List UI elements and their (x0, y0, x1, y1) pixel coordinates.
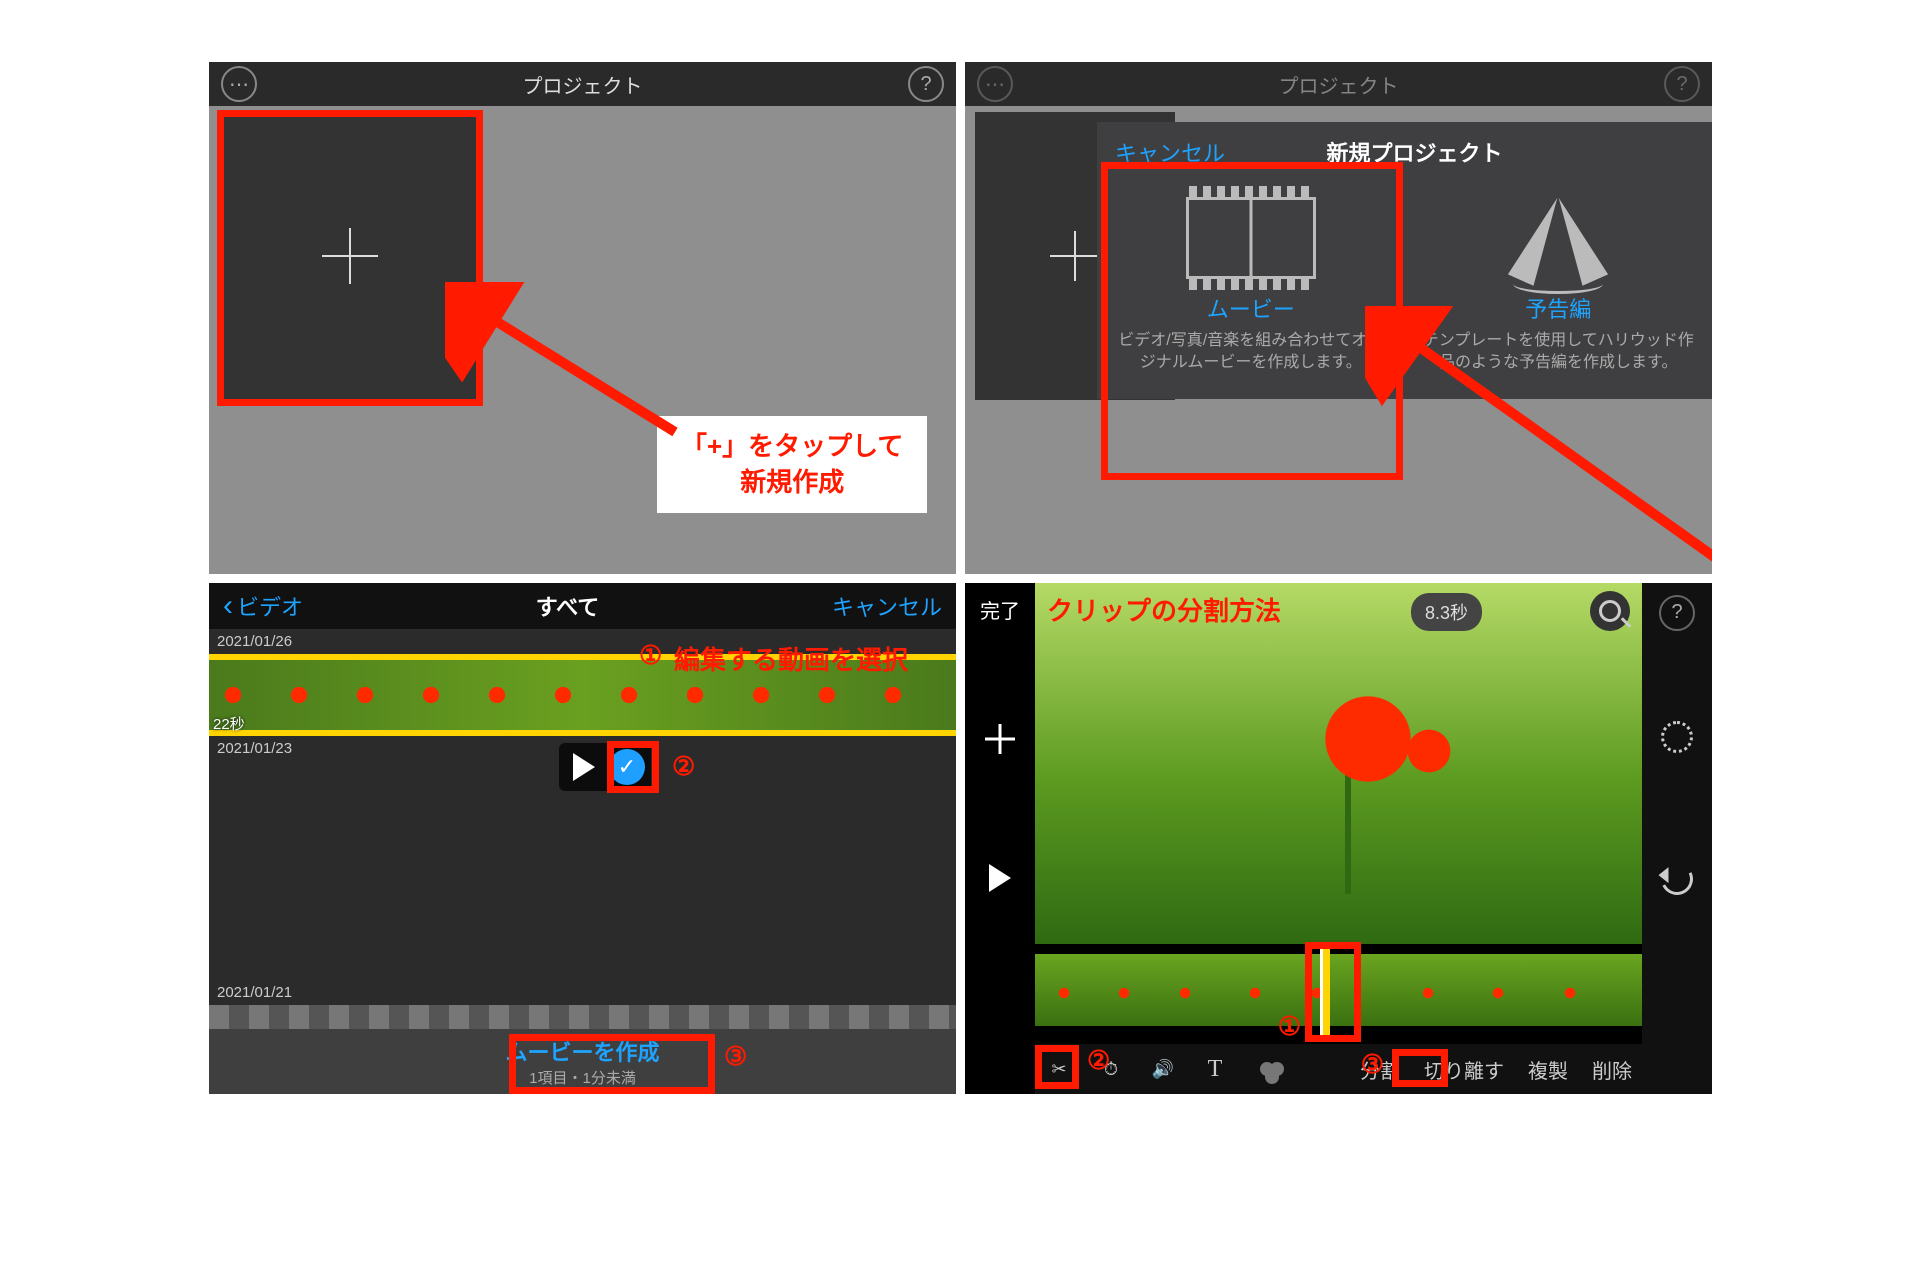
play-icon[interactable] (989, 864, 1011, 892)
preview-area[interactable]: 8.3秒 クリップの分割方法 (1035, 583, 1642, 945)
filters-icon[interactable] (1253, 1055, 1281, 1083)
annotation-number: ② (672, 751, 695, 782)
panel-project-list: ⋯ プロジェクト ? 「+」をタップして 新規作成 (209, 62, 956, 574)
annotation-heading: クリップの分割方法 (1047, 591, 1281, 628)
topbar: ⋯ プロジェクト ? (965, 62, 1712, 106)
more-icon[interactable]: ⋯ (221, 66, 257, 102)
annotation-highlight (1305, 942, 1361, 1042)
back-button[interactable]: ‹ビデオ (223, 589, 303, 623)
timeline[interactable]: ① (1035, 944, 1642, 1044)
annotation-number: ③ (724, 1041, 747, 1072)
cancel-button[interactable]: キャンセル (832, 590, 942, 622)
picker-header: ‹ビデオ すべて キャンセル (209, 583, 956, 629)
annotation-highlight (1101, 162, 1403, 480)
play-icon (573, 753, 595, 781)
annotation-highlight (607, 741, 659, 793)
annotation-highlight (509, 1034, 715, 1094)
editor-sidebar-right: ? (1642, 583, 1712, 1095)
done-button[interactable]: 完了 (980, 595, 1020, 624)
annotation-highlight (217, 110, 483, 406)
plus-icon (1050, 231, 1100, 281)
arrow-annotation (1365, 306, 1712, 574)
panel-editor: 完了 8.3秒 クリップの分割方法 ① (965, 583, 1712, 1095)
topbar: ⋯ プロジェクト ? (209, 62, 956, 106)
annotation-highlight (1035, 1045, 1079, 1089)
text-icon[interactable]: T (1201, 1055, 1229, 1083)
add-media-icon[interactable] (985, 724, 1015, 754)
back-label: ビデオ (237, 590, 303, 622)
settings-icon[interactable] (1661, 721, 1693, 753)
volume-icon[interactable]: 🔊 (1149, 1055, 1177, 1083)
help-icon[interactable]: ? (908, 66, 944, 102)
chevron-left-icon: ‹ (223, 589, 233, 623)
panel-new-project-sheet: ⋯ プロジェクト ? キャンセル 新規プロジェクト ムービー ビデオ/写真/音楽… (965, 62, 1712, 574)
help-icon: ? (1664, 66, 1700, 102)
editor-sidebar-left: 完了 (965, 583, 1035, 1095)
arrow-annotation (445, 282, 685, 452)
spotlight-icon (1503, 188, 1613, 288)
page-title: プロジェクト (257, 70, 908, 99)
annotation-number: ① (1278, 1011, 1301, 1042)
panel-video-picker: ‹ビデオ すべて キャンセル 2021/01/26 22秒 2021/01/23… (209, 583, 956, 1095)
zoom-icon[interactable] (1590, 591, 1630, 631)
annotation-number: ③ (1361, 1049, 1384, 1080)
duplicate-button[interactable]: 複製 (1528, 1055, 1568, 1084)
undo-icon[interactable] (1656, 858, 1697, 899)
annotation-number: ② (1087, 1045, 1110, 1076)
clip-strip[interactable] (209, 1005, 956, 1029)
clip-duration-badge: 8.3秒 (1411, 593, 1482, 631)
editor-toolbar: ✂ ⏱ 🔊 T 分割 切り離す 複製 削除 (1035, 1044, 1642, 1094)
page-title: プロジェクト (1013, 70, 1664, 99)
editor-main: 8.3秒 クリップの分割方法 ① ✂ ⏱ 🔊 T 分割 切り離す (1035, 583, 1642, 1095)
annotation-text: 「+」をタップして 新規作成 (657, 416, 927, 513)
date-header: 2021/01/21 (209, 980, 956, 1005)
annotation-number: ① (639, 640, 662, 671)
annotation-highlight (1392, 1049, 1448, 1087)
help-icon[interactable]: ? (1659, 595, 1695, 631)
clip-duration: 22秒 (213, 713, 245, 734)
more-icon: ⋯ (977, 66, 1013, 102)
picker-title: すべて (536, 590, 600, 622)
delete-button[interactable]: 削除 (1592, 1055, 1632, 1084)
annotation-text: 編集する動画を選択 (674, 640, 908, 677)
